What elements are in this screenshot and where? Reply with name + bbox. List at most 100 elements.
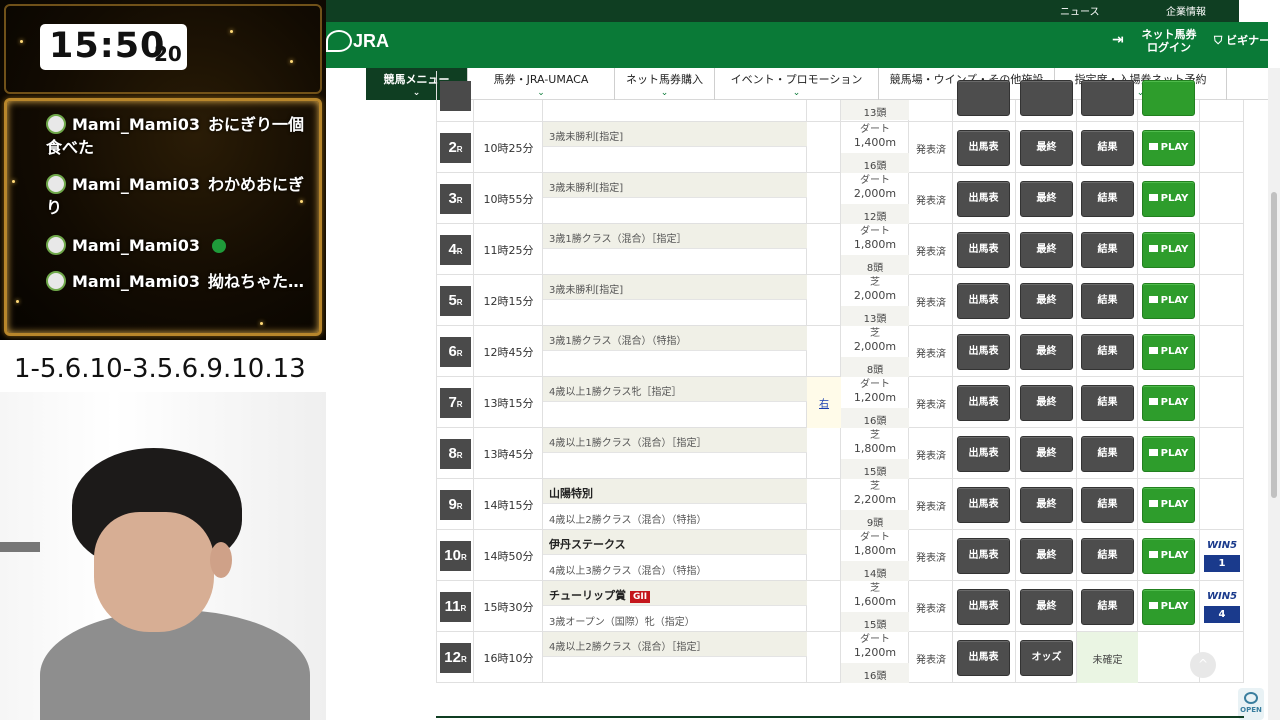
course-cell: ダート 2,000m 12頭 — [841, 173, 909, 224]
shutsuba-button[interactable]: 出馬表 — [957, 283, 1010, 319]
saishu-button[interactable]: 最終 — [1020, 436, 1073, 472]
chat-text: 拗ねちゃた… — [208, 272, 305, 291]
race-number[interactable]: 3R — [440, 184, 471, 214]
race-name-cell: 3歳未勝利[指定] — [543, 173, 807, 224]
win5-badge[interactable]: WIN5 1 — [1204, 540, 1240, 572]
saishu-button[interactable]: 最終 — [1020, 181, 1073, 217]
shutsuba-button[interactable]: 出馬表 — [957, 436, 1010, 472]
race-name[interactable]: 伊丹ステークス — [543, 530, 807, 555]
play-label: PLAY — [1160, 499, 1189, 510]
race-name-cell: 3歳1勝クラス（混合）（特指） — [543, 326, 807, 377]
course-direction-cell — [807, 224, 841, 275]
jra-logo[interactable]: JRA — [326, 30, 389, 52]
race-name[interactable]: チューリップ賞 GII — [543, 581, 807, 606]
play-button[interactable]: PLAY — [1142, 589, 1195, 625]
result-button[interactable]: 結果 — [1081, 589, 1134, 625]
corporate-link[interactable]: 企業情報 — [1166, 3, 1206, 18]
shutsuba-button[interactable]: 出馬表 — [957, 538, 1010, 574]
field-size: 16頭 — [841, 153, 909, 173]
race-number[interactable]: 2R — [440, 133, 471, 163]
race-number[interactable]: 4R — [440, 235, 471, 265]
course-direction-cell — [807, 275, 841, 326]
play-button[interactable]: PLAY — [1142, 130, 1195, 166]
result-button[interactable]: 結果 — [1081, 385, 1134, 421]
result-button[interactable]: 結果 — [1081, 436, 1134, 472]
login-label-line2: ログイン — [1147, 41, 1191, 54]
race-number[interactable]: 9R — [440, 490, 471, 520]
win5-badge[interactable]: WIN5 4 — [1204, 591, 1240, 623]
result-button[interactable]: 結果 — [1081, 334, 1134, 370]
result-button[interactable]: 結果 — [1081, 538, 1134, 574]
course-cell: ダート 1,800m 8頭 — [841, 224, 909, 275]
saishu-button[interactable]: 最終 — [1020, 487, 1073, 523]
field-size: 8頭 — [841, 255, 909, 275]
shutsuba-button[interactable]: 出馬表 — [957, 487, 1010, 523]
play-button[interactable]: PLAY — [1142, 181, 1195, 217]
surface: 芝 — [870, 430, 880, 441]
race-condition: 3歳未勝利[指定] — [543, 275, 807, 300]
post-time: 10時55分 — [483, 193, 534, 206]
browser-viewport: ニュース 企業情報 JRA ⇥ ネット馬券 ログイン ⛉ ビギナー 競馬メニュー ⌄… — [326, 0, 1280, 720]
news-link[interactable]: ニュース — [1060, 3, 1100, 18]
play-button[interactable] — [1142, 80, 1195, 116]
shutsuba-button[interactable]: 出馬表 — [957, 232, 1010, 268]
sparkle — [230, 30, 233, 33]
race-number[interactable]: 6R — [440, 337, 471, 367]
play-button[interactable]: PLAY — [1142, 436, 1195, 472]
post-time: 12時45分 — [483, 346, 534, 359]
status-cell: 発表済 — [909, 326, 953, 377]
shutsuba-button[interactable]: 出馬表 — [957, 385, 1010, 421]
play-button[interactable]: PLAY — [1142, 385, 1195, 421]
saishu-button[interactable] — [1020, 80, 1073, 116]
shutsuba-button[interactable] — [957, 80, 1010, 116]
post-time: 11時25分 — [483, 244, 534, 257]
result-button[interactable] — [1081, 80, 1134, 116]
race-name[interactable]: 山陽特別 — [543, 479, 807, 504]
race-name-cell: 4歳以上1勝クラス牝［指定］ — [543, 377, 807, 428]
play-button[interactable]: PLAY — [1142, 334, 1195, 370]
shutsuba-button[interactable]: 出馬表 — [957, 640, 1010, 676]
beginner-link[interactable]: ⛉ ビギナー — [1214, 32, 1270, 48]
race-number-cell: 3R — [436, 173, 474, 224]
win5-cell: WIN5 4 — [1200, 581, 1244, 632]
shutsuba-button[interactable]: 出馬表 — [957, 334, 1010, 370]
scrollbar[interactable] — [1268, 68, 1280, 720]
odds-button[interactable]: オッズ — [1020, 640, 1073, 676]
saishu-button[interactable]: 最終 — [1020, 538, 1073, 574]
status-text: 発表済 — [916, 247, 946, 258]
result-button[interactable]: 結果 — [1081, 283, 1134, 319]
saishu-button[interactable]: 最終 — [1020, 334, 1073, 370]
course-direction-link[interactable]: 右 — [807, 377, 841, 428]
saishu-button[interactable]: 最終 — [1020, 283, 1073, 319]
race-number[interactable]: 10R — [440, 541, 471, 571]
race-number[interactable]: 8R — [440, 439, 471, 469]
status-text: 発表済 — [916, 451, 946, 462]
play-button[interactable]: PLAY — [1142, 487, 1195, 523]
saishu-button[interactable]: 最終 — [1020, 589, 1073, 625]
race-number[interactable]: 5R — [440, 286, 471, 316]
result-button[interactable]: 結果 — [1081, 130, 1134, 166]
saishu-button[interactable]: 最終 — [1020, 232, 1073, 268]
scrollbar-thumb[interactable] — [1271, 192, 1277, 498]
video-cell: PLAY — [1138, 326, 1200, 377]
win5-cell — [1200, 326, 1244, 377]
odds-cell: 最終 — [1016, 479, 1077, 530]
result-button[interactable]: 結果 — [1081, 487, 1134, 523]
win5-cell: WIN5 1 — [1200, 530, 1244, 581]
play-button[interactable]: PLAY — [1142, 232, 1195, 268]
saishu-button[interactable]: 最終 — [1020, 385, 1073, 421]
post-time: 14時15分 — [483, 499, 534, 512]
race-number[interactable]: 7R — [440, 388, 471, 418]
result-button[interactable]: 結果 — [1081, 232, 1134, 268]
saishu-button[interactable]: 最終 — [1020, 130, 1073, 166]
result-button[interactable]: 結果 — [1081, 181, 1134, 217]
shutsuba-button[interactable]: 出馬表 — [957, 589, 1010, 625]
race-number[interactable]: 12R — [440, 643, 471, 673]
shutsuba-button[interactable]: 出馬表 — [957, 181, 1010, 217]
play-button[interactable]: PLAY — [1142, 538, 1195, 574]
open-badge-label: OPEN — [1240, 706, 1262, 714]
shutsuba-button[interactable]: 出馬表 — [957, 130, 1010, 166]
play-button[interactable]: PLAY — [1142, 283, 1195, 319]
page-top-button[interactable]: ^ — [1190, 652, 1216, 678]
race-number[interactable]: 11R — [440, 592, 471, 622]
